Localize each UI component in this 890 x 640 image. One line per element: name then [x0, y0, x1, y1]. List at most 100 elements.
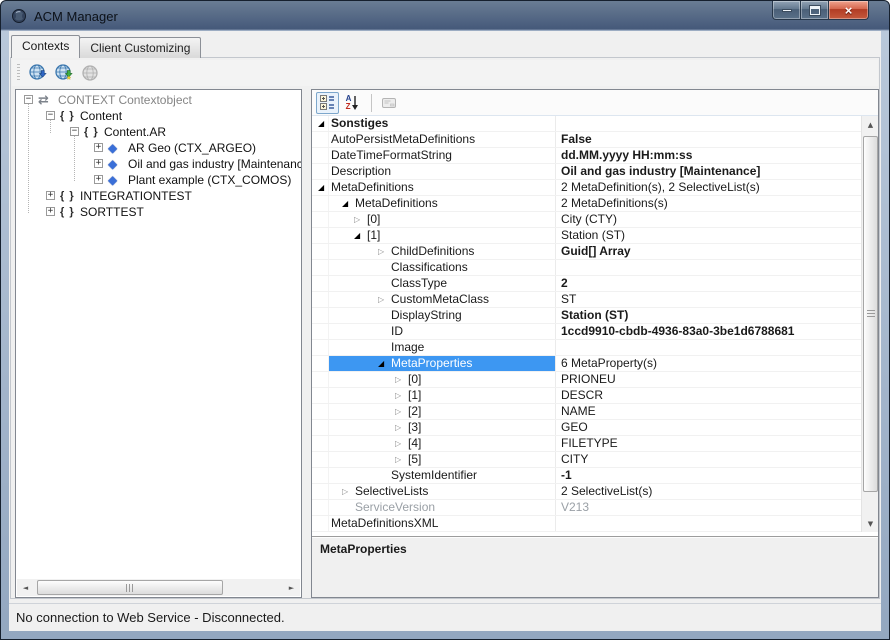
toolbar-grip[interactable]	[17, 64, 20, 82]
expand-box-icon[interactable]: +	[94, 175, 103, 184]
property-row[interactable]: Classifications	[312, 260, 862, 276]
property-row[interactable]: ▷[0]PRIONEU	[312, 372, 862, 388]
property-name: Classifications	[391, 260, 468, 275]
property-row[interactable]: SystemIdentifier-1	[312, 468, 862, 484]
grid-gutter	[312, 244, 329, 259]
property-value: False	[555, 132, 862, 147]
property-name: [5]	[408, 452, 421, 467]
globe-disabled-icon	[80, 63, 100, 83]
expand-arrow-icon[interactable]: ▷	[395, 420, 407, 435]
tab-client-customizing[interactable]: Client Customizing	[79, 37, 201, 58]
collapse-arrow-icon[interactable]: ◢	[318, 180, 330, 195]
collapse-box-icon[interactable]: −	[70, 127, 79, 136]
expand-box-icon[interactable]: +	[46, 191, 55, 200]
property-value: dd.MM.yyyy HH:mm:ss	[555, 148, 862, 163]
property-row[interactable]: ▷[4]FILETYPE	[312, 436, 862, 452]
tree-item[interactable]: +◆Plant example (CTX_COMOS)	[16, 172, 301, 188]
scroll-right-arrow-icon[interactable]: ►	[283, 579, 300, 596]
property-name: [0]	[367, 212, 380, 227]
property-name: MetaDefinitions	[331, 180, 414, 195]
expand-arrow-icon[interactable]: ▷	[378, 244, 390, 259]
collapse-arrow-icon[interactable]: ◢	[318, 116, 330, 131]
expand-arrow-icon[interactable]: ▷	[378, 292, 390, 307]
property-row[interactable]: ◢MetaDefinitions2 MetaDefinition(s), 2 S…	[312, 180, 862, 196]
maximize-button[interactable]	[801, 1, 829, 20]
tree-item[interactable]: +{ }SORTTEST	[16, 204, 301, 220]
close-button[interactable]: ×	[829, 1, 869, 20]
collapse-box-icon[interactable]: −	[24, 95, 33, 104]
property-row[interactable]: DisplayStringStation (ST)	[312, 308, 862, 324]
expand-box-icon[interactable]: +	[94, 143, 103, 152]
property-value	[555, 260, 862, 275]
property-row[interactable]: ◢MetaDefinitions2 MetaDefinitions(s)	[312, 196, 862, 212]
grid-gutter	[312, 404, 329, 419]
alphabetical-sort-button[interactable]: AZ	[341, 92, 364, 114]
expand-box-icon[interactable]: +	[94, 159, 103, 168]
property-name: Description	[331, 164, 391, 179]
scrollbar-thumb[interactable]	[863, 136, 878, 492]
collapse-arrow-icon[interactable]: ◢	[378, 356, 390, 371]
property-description-pane: MetaProperties	[312, 536, 878, 597]
expand-arrow-icon[interactable]: ▷	[342, 484, 354, 499]
collapse-arrow-icon[interactable]: ◢	[342, 196, 354, 211]
expand-arrow-icon[interactable]: ▷	[395, 404, 407, 419]
grid-gutter	[312, 324, 329, 339]
property-row[interactable]: ◢[1]Station (ST)	[312, 228, 862, 244]
window-title: ACM Manager	[34, 9, 118, 24]
property-row[interactable]: ▷CustomMetaClassST	[312, 292, 862, 308]
close-icon: ×	[845, 4, 853, 17]
property-row[interactable]: DateTimeFormatStringdd.MM.yyyy HH:mm:ss	[312, 148, 862, 164]
scroll-up-arrow-icon[interactable]: ▲	[862, 116, 879, 133]
property-row[interactable]: ID1ccd9910-cbdb-4936-83a0-3be1d6788681	[312, 324, 862, 340]
tree-item[interactable]: −{ }Content.AR	[16, 124, 301, 140]
tab-contexts[interactable]: Contexts	[11, 35, 80, 58]
globe-green-import-button[interactable]	[52, 62, 76, 84]
collapse-arrow-icon[interactable]: ◢	[354, 228, 366, 243]
diamond-icon: ◆	[108, 173, 117, 187]
title-bar[interactable]: ACM Manager ×	[1, 1, 889, 31]
expand-box-icon[interactable]: +	[46, 207, 55, 216]
property-row[interactable]: Image	[312, 340, 862, 356]
property-row[interactable]: ClassType2	[312, 276, 862, 292]
expand-arrow-icon[interactable]: ▷	[354, 212, 366, 227]
grid-gutter	[312, 500, 329, 515]
scrollbar-thumb[interactable]	[37, 580, 223, 595]
tree-horizontal-scrollbar[interactable]: ◄ ►	[17, 579, 300, 596]
expand-arrow-icon[interactable]: ▷	[395, 372, 407, 387]
property-row[interactable]: ◢MetaProperties6 MetaProperty(s)	[312, 356, 862, 372]
scroll-down-arrow-icon[interactable]: ▼	[862, 515, 879, 532]
webservice-icon: ⇄	[38, 93, 49, 108]
tree-item[interactable]: −{ }Content	[16, 108, 301, 124]
grid-gutter	[312, 484, 329, 499]
categorized-button[interactable]	[316, 92, 339, 114]
globe-blue-download-button[interactable]	[26, 62, 50, 84]
property-row[interactable]: ▷ChildDefinitionsGuid[] Array	[312, 244, 862, 260]
property-row[interactable]: ▷[5]CITY	[312, 452, 862, 468]
property-row[interactable]: MetaDefinitionsXML	[312, 516, 862, 532]
property-row[interactable]: DescriptionOil and gas industry [Mainten…	[312, 164, 862, 180]
property-name: Image	[391, 340, 424, 355]
expand-arrow-icon[interactable]: ▷	[395, 388, 407, 403]
diamond-icon: ◆	[108, 141, 117, 155]
minimize-button[interactable]	[772, 1, 801, 20]
expand-arrow-icon[interactable]: ▷	[395, 436, 407, 451]
grid-vertical-scrollbar[interactable]: ▲ ▼	[861, 116, 878, 532]
property-row[interactable]: ServiceVersionV213	[312, 500, 862, 516]
expand-arrow-icon[interactable]: ▷	[395, 452, 407, 467]
property-value: PRIONEU	[555, 372, 862, 387]
tree-item[interactable]: +{ }INTEGRATIONTEST	[16, 188, 301, 204]
property-row[interactable]: ▷[2]NAME	[312, 404, 862, 420]
grid-gutter	[312, 516, 329, 531]
property-row[interactable]: ▷[3]GEO	[312, 420, 862, 436]
grid-gutter	[312, 260, 329, 275]
tree-item[interactable]: +◆AR Geo (CTX_ARGEO)	[16, 140, 301, 156]
property-row[interactable]: AutoPersistMetaDefinitionsFalse	[312, 132, 862, 148]
collapse-box-icon[interactable]: −	[46, 111, 55, 120]
category-row[interactable]: ◢Sonstiges	[312, 116, 862, 132]
scroll-left-arrow-icon[interactable]: ◄	[17, 579, 34, 596]
tree-item[interactable]: +◆Oil and gas industry [Maintenance] (C	[16, 156, 301, 172]
property-row[interactable]: ▷[1]DESCR	[312, 388, 862, 404]
property-row[interactable]: ▷[0]City (CTY)	[312, 212, 862, 228]
tree-item[interactable]: −⇄CONTEXT Contextobject	[16, 92, 301, 108]
property-row[interactable]: ▷SelectiveLists2 SelectiveList(s)	[312, 484, 862, 500]
